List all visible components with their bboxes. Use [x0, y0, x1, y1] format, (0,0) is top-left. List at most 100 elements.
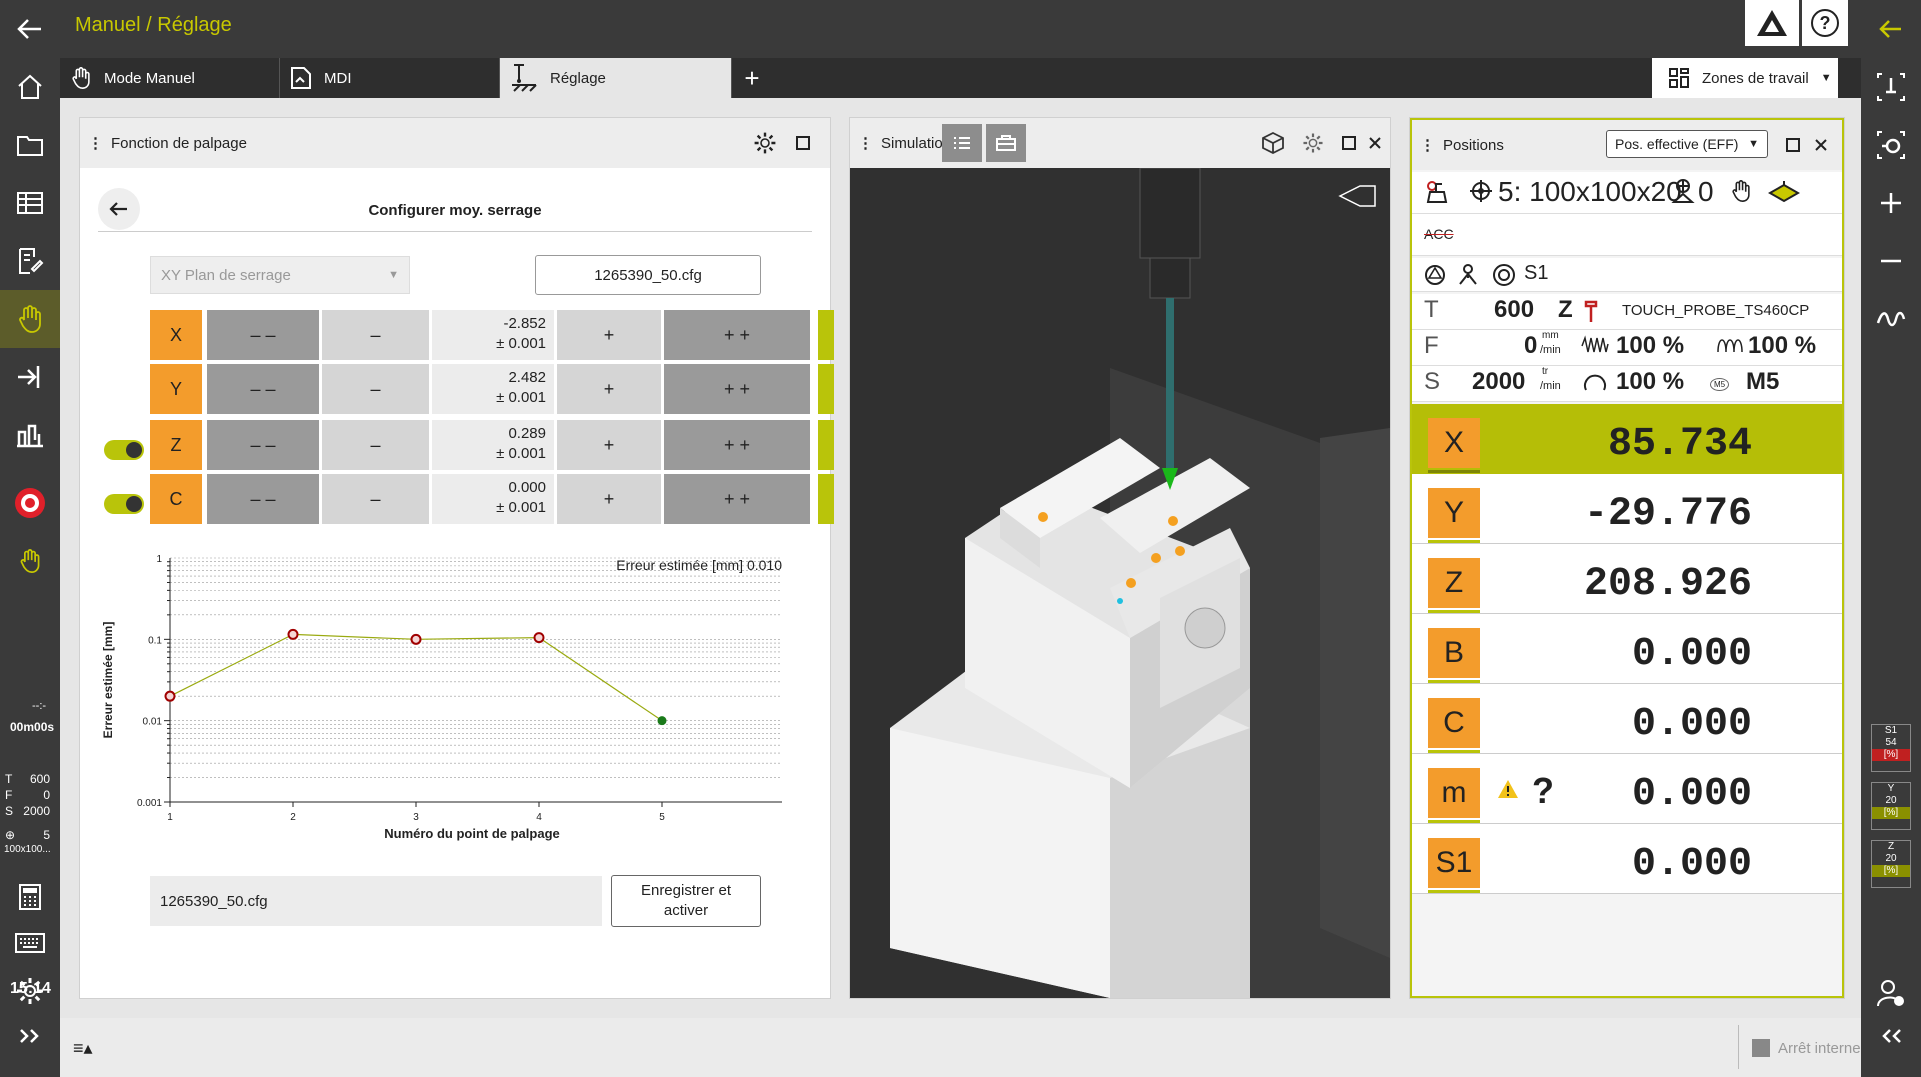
gauge-y-value: 20: [1885, 795, 1897, 806]
tab-reglage[interactable]: Réglage: [500, 58, 732, 98]
f-override: 100 %: [1616, 332, 1685, 359]
stop-target-icon[interactable]: [0, 474, 60, 532]
heidenhain-logo-icon[interactable]: [1745, 0, 1799, 46]
plane-select[interactable]: XY Plan de serrage ▼: [150, 256, 410, 294]
cfg-file-field[interactable]: 1265390_50.cfg: [535, 255, 761, 295]
close-icon[interactable]: [1808, 132, 1834, 158]
panel-settings-gear-icon[interactable]: [752, 130, 778, 156]
x-tick-label: 4: [536, 812, 542, 823]
work-zones-dropdown[interactable]: Zones de travail ▼: [1652, 58, 1838, 98]
work-zones-label: Zones de travail: [1702, 69, 1809, 87]
wave-icon[interactable]: [1861, 290, 1921, 348]
back-arrow-icon[interactable]: [0, 0, 60, 58]
position-row-b[interactable]: B 0.000: [1412, 614, 1842, 684]
plus-plus-button[interactable]: + +: [664, 420, 810, 470]
plus-plus-button[interactable]: + +: [664, 474, 810, 524]
axis-underline: [1428, 470, 1480, 473]
page-title: Manuel / Réglage: [75, 14, 232, 36]
axis-value-main: 0.289: [508, 425, 546, 442]
axis-underline: [1428, 820, 1480, 823]
x-tick-label: 5: [659, 812, 665, 823]
machine-icon[interactable]: [0, 406, 60, 464]
back-arrow-icon-right[interactable]: [1861, 0, 1921, 58]
plus-button[interactable]: +: [557, 310, 661, 360]
manual-hand-icon[interactable]: [0, 290, 60, 348]
plus-plus-button[interactable]: + +: [664, 310, 810, 360]
save-activate-button[interactable]: Enregistrer et activer: [611, 875, 761, 927]
program-run-icon[interactable]: [0, 348, 60, 406]
axis-underline: [1428, 890, 1480, 893]
drag-handle-icon[interactable]: ⋮: [1420, 136, 1435, 154]
plus-plus-button[interactable]: + +: [664, 364, 810, 414]
minus-minus-button[interactable]: – –: [207, 364, 319, 414]
user-settings-icon[interactable]: [1861, 964, 1921, 1022]
plus-button[interactable]: +: [557, 364, 661, 414]
home-icon[interactable]: [0, 58, 60, 116]
probe-cycle-icon[interactable]: [1861, 58, 1921, 116]
position-row-s1[interactable]: S1 0.000: [1412, 824, 1842, 894]
t-label: T: [1424, 296, 1439, 323]
axis-tolerance: ± 0.001: [496, 445, 546, 462]
minus-button[interactable]: –: [322, 420, 429, 470]
t-label: T: [5, 772, 13, 786]
internal-stop-checkbox[interactable]: [1752, 1039, 1770, 1057]
plus-button[interactable]: +: [557, 474, 661, 524]
maximize-icon[interactable]: [1780, 132, 1806, 158]
timer-dash: --:-: [32, 700, 47, 712]
minus-button[interactable]: –: [322, 474, 429, 524]
axis-value: 0.000 ± 0.001: [432, 474, 554, 524]
table-icon[interactable]: [0, 174, 60, 232]
tab-mode-manuel[interactable]: Mode Manuel: [60, 58, 280, 98]
cfg-file-bottom-field[interactable]: 1265390_50.cfg: [150, 876, 602, 926]
s-value: 2000: [1472, 368, 1526, 395]
folder-icon[interactable]: [0, 116, 60, 174]
operator-icon: [1458, 264, 1478, 291]
menu-icon[interactable]: ≡▴: [73, 1038, 93, 1059]
position-mode-select[interactable]: Pos. effective (EFF) ▼: [1606, 130, 1768, 158]
divider: [1738, 1025, 1739, 1069]
collapse-chevrons-icon[interactable]: [1861, 1016, 1921, 1056]
close-icon[interactable]: [1362, 130, 1388, 156]
plus-button[interactable]: +: [557, 420, 661, 470]
minus-button[interactable]: –: [322, 364, 429, 414]
drag-handle-icon[interactable]: ⋮: [858, 134, 873, 152]
position-row-c[interactable]: C 0.000: [1412, 684, 1842, 754]
axis-z-toggle[interactable]: [104, 440, 144, 460]
minus-minus-button[interactable]: – –: [207, 420, 319, 470]
probe-circle-icon[interactable]: [1861, 116, 1921, 174]
position-row-z[interactable]: Z 208.926: [1412, 544, 1842, 614]
maximize-icon[interactable]: [1336, 130, 1362, 156]
rapid-override-icon: [1716, 334, 1746, 363]
setup-probe-icon: [512, 64, 537, 92]
position-value: 0.000: [1631, 842, 1752, 887]
position-axis-label: X: [1428, 418, 1480, 468]
minus-button[interactable]: –: [322, 310, 429, 360]
list-view-icon[interactable]: [942, 124, 982, 162]
m-function-badge: M5: [1710, 378, 1730, 391]
simulation-viewport[interactable]: [850, 168, 1390, 998]
plus-icon[interactable]: [1861, 174, 1921, 232]
position-axis-label: Y: [1428, 488, 1480, 538]
expand-chevrons-icon[interactable]: [0, 1016, 60, 1056]
minus-minus-button[interactable]: – –: [207, 474, 319, 524]
add-tab-plus-icon[interactable]: +: [732, 58, 772, 98]
t-value: 600: [29, 772, 50, 786]
minus-icon[interactable]: [1861, 232, 1921, 290]
drag-handle-icon[interactable]: ⋮: [88, 134, 103, 152]
help-button[interactable]: ?: [1802, 0, 1848, 46]
position-value: 0.000: [1631, 772, 1752, 817]
position-row-y[interactable]: Y -29.776: [1412, 474, 1842, 544]
axis-value: 2.482 ± 0.001: [432, 364, 554, 414]
axis-tolerance: ± 0.001: [496, 389, 546, 406]
hand-status-icon: [0, 532, 60, 590]
program-edit-icon[interactable]: [0, 232, 60, 290]
x-tick-label: 3: [413, 812, 419, 823]
axis-c-toggle[interactable]: [104, 494, 144, 514]
position-row-m[interactable]: m ? 0.000: [1412, 754, 1842, 824]
tab-mdi[interactable]: MDI: [280, 58, 500, 98]
toolbox-icon[interactable]: [986, 124, 1026, 162]
minus-minus-button[interactable]: – –: [207, 310, 319, 360]
sim-settings-gear-icon[interactable]: [1300, 130, 1326, 156]
maximize-icon[interactable]: [790, 130, 816, 156]
cube-view-icon[interactable]: [1260, 130, 1286, 156]
